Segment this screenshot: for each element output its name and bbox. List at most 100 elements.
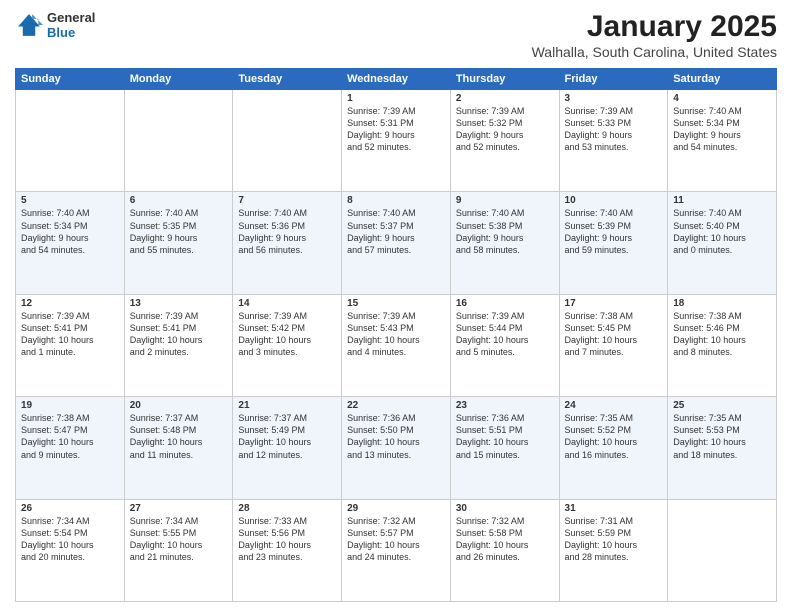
day-number: 10 [565,195,663,206]
day-cell: 15Sunrise: 7:39 AM Sunset: 5:43 PM Dayli… [342,294,451,396]
day-cell: 20Sunrise: 7:37 AM Sunset: 5:48 PM Dayli… [124,397,233,499]
day-number: 12 [21,298,119,309]
day-number: 27 [130,503,228,514]
day-info: Sunrise: 7:35 AM Sunset: 5:53 PM Dayligh… [673,412,771,461]
day-info: Sunrise: 7:39 AM Sunset: 5:44 PM Dayligh… [456,310,554,359]
page: General Blue January 2025 Walhalla, Sout… [0,0,792,612]
logo: General Blue [15,10,95,40]
day-info: Sunrise: 7:40 AM Sunset: 5:39 PM Dayligh… [565,207,663,256]
day-cell: 23Sunrise: 7:36 AM Sunset: 5:51 PM Dayli… [450,397,559,499]
day-cell: 10Sunrise: 7:40 AM Sunset: 5:39 PM Dayli… [559,192,668,294]
day-info: Sunrise: 7:39 AM Sunset: 5:32 PM Dayligh… [456,105,554,154]
day-cell: 26Sunrise: 7:34 AM Sunset: 5:54 PM Dayli… [16,499,125,601]
day-number: 13 [130,298,228,309]
day-number: 26 [21,503,119,514]
day-number: 5 [21,195,119,206]
logo-text: General Blue [47,10,95,40]
day-number: 29 [347,503,445,514]
day-number: 14 [238,298,336,309]
day-info: Sunrise: 7:39 AM Sunset: 5:42 PM Dayligh… [238,310,336,359]
title-block: January 2025 Walhalla, South Carolina, U… [532,10,777,60]
col-wednesday: Wednesday [342,69,451,90]
day-number: 16 [456,298,554,309]
day-cell [668,499,777,601]
day-cell: 7Sunrise: 7:40 AM Sunset: 5:36 PM Daylig… [233,192,342,294]
day-info: Sunrise: 7:40 AM Sunset: 5:40 PM Dayligh… [673,207,771,256]
day-cell: 19Sunrise: 7:38 AM Sunset: 5:47 PM Dayli… [16,397,125,499]
day-number: 11 [673,195,771,206]
day-number: 1 [347,93,445,104]
day-number: 15 [347,298,445,309]
day-cell: 18Sunrise: 7:38 AM Sunset: 5:46 PM Dayli… [668,294,777,396]
day-info: Sunrise: 7:32 AM Sunset: 5:58 PM Dayligh… [456,515,554,564]
day-number: 30 [456,503,554,514]
day-cell [16,90,125,192]
day-cell: 3Sunrise: 7:39 AM Sunset: 5:33 PM Daylig… [559,90,668,192]
day-number: 9 [456,195,554,206]
day-number: 20 [130,400,228,411]
day-cell [124,90,233,192]
day-number: 8 [347,195,445,206]
day-info: Sunrise: 7:36 AM Sunset: 5:51 PM Dayligh… [456,412,554,461]
day-cell: 1Sunrise: 7:39 AM Sunset: 5:31 PM Daylig… [342,90,451,192]
day-number: 6 [130,195,228,206]
week-row-1: 1Sunrise: 7:39 AM Sunset: 5:31 PM Daylig… [16,90,777,192]
day-info: Sunrise: 7:37 AM Sunset: 5:49 PM Dayligh… [238,412,336,461]
col-thursday: Thursday [450,69,559,90]
day-cell: 21Sunrise: 7:37 AM Sunset: 5:49 PM Dayli… [233,397,342,499]
day-cell: 14Sunrise: 7:39 AM Sunset: 5:42 PM Dayli… [233,294,342,396]
day-number: 22 [347,400,445,411]
header: General Blue January 2025 Walhalla, Sout… [15,10,777,60]
day-info: Sunrise: 7:34 AM Sunset: 5:55 PM Dayligh… [130,515,228,564]
col-monday: Monday [124,69,233,90]
day-info: Sunrise: 7:39 AM Sunset: 5:31 PM Dayligh… [347,105,445,154]
day-cell: 29Sunrise: 7:32 AM Sunset: 5:57 PM Dayli… [342,499,451,601]
main-title: January 2025 [532,10,777,44]
day-info: Sunrise: 7:31 AM Sunset: 5:59 PM Dayligh… [565,515,663,564]
week-row-5: 26Sunrise: 7:34 AM Sunset: 5:54 PM Dayli… [16,499,777,601]
day-cell: 9Sunrise: 7:40 AM Sunset: 5:38 PM Daylig… [450,192,559,294]
day-cell: 31Sunrise: 7:31 AM Sunset: 5:59 PM Dayli… [559,499,668,601]
day-info: Sunrise: 7:34 AM Sunset: 5:54 PM Dayligh… [21,515,119,564]
day-cell: 11Sunrise: 7:40 AM Sunset: 5:40 PM Dayli… [668,192,777,294]
day-number: 23 [456,400,554,411]
day-number: 7 [238,195,336,206]
calendar-table: Sunday Monday Tuesday Wednesday Thursday… [15,68,777,602]
day-cell: 4Sunrise: 7:40 AM Sunset: 5:34 PM Daylig… [668,90,777,192]
subtitle: Walhalla, South Carolina, United States [532,44,777,60]
day-info: Sunrise: 7:40 AM Sunset: 5:37 PM Dayligh… [347,207,445,256]
day-number: 4 [673,93,771,104]
day-info: Sunrise: 7:33 AM Sunset: 5:56 PM Dayligh… [238,515,336,564]
day-info: Sunrise: 7:39 AM Sunset: 5:41 PM Dayligh… [130,310,228,359]
day-number: 3 [565,93,663,104]
day-info: Sunrise: 7:36 AM Sunset: 5:50 PM Dayligh… [347,412,445,461]
col-saturday: Saturday [668,69,777,90]
day-number: 31 [565,503,663,514]
day-number: 18 [673,298,771,309]
day-number: 21 [238,400,336,411]
col-friday: Friday [559,69,668,90]
day-cell: 28Sunrise: 7:33 AM Sunset: 5:56 PM Dayli… [233,499,342,601]
day-info: Sunrise: 7:38 AM Sunset: 5:46 PM Dayligh… [673,310,771,359]
day-number: 17 [565,298,663,309]
day-cell: 25Sunrise: 7:35 AM Sunset: 5:53 PM Dayli… [668,397,777,499]
day-info: Sunrise: 7:40 AM Sunset: 5:34 PM Dayligh… [21,207,119,256]
day-cell: 27Sunrise: 7:34 AM Sunset: 5:55 PM Dayli… [124,499,233,601]
day-info: Sunrise: 7:35 AM Sunset: 5:52 PM Dayligh… [565,412,663,461]
day-cell: 30Sunrise: 7:32 AM Sunset: 5:58 PM Dayli… [450,499,559,601]
header-row: Sunday Monday Tuesday Wednesday Thursday… [16,69,777,90]
week-row-3: 12Sunrise: 7:39 AM Sunset: 5:41 PM Dayli… [16,294,777,396]
day-info: Sunrise: 7:40 AM Sunset: 5:36 PM Dayligh… [238,207,336,256]
day-cell: 5Sunrise: 7:40 AM Sunset: 5:34 PM Daylig… [16,192,125,294]
col-sunday: Sunday [16,69,125,90]
day-cell: 16Sunrise: 7:39 AM Sunset: 5:44 PM Dayli… [450,294,559,396]
day-info: Sunrise: 7:39 AM Sunset: 5:41 PM Dayligh… [21,310,119,359]
week-row-4: 19Sunrise: 7:38 AM Sunset: 5:47 PM Dayli… [16,397,777,499]
day-cell: 6Sunrise: 7:40 AM Sunset: 5:35 PM Daylig… [124,192,233,294]
day-cell: 13Sunrise: 7:39 AM Sunset: 5:41 PM Dayli… [124,294,233,396]
day-cell: 2Sunrise: 7:39 AM Sunset: 5:32 PM Daylig… [450,90,559,192]
day-info: Sunrise: 7:38 AM Sunset: 5:45 PM Dayligh… [565,310,663,359]
day-cell: 17Sunrise: 7:38 AM Sunset: 5:45 PM Dayli… [559,294,668,396]
day-number: 24 [565,400,663,411]
day-cell: 22Sunrise: 7:36 AM Sunset: 5:50 PM Dayli… [342,397,451,499]
